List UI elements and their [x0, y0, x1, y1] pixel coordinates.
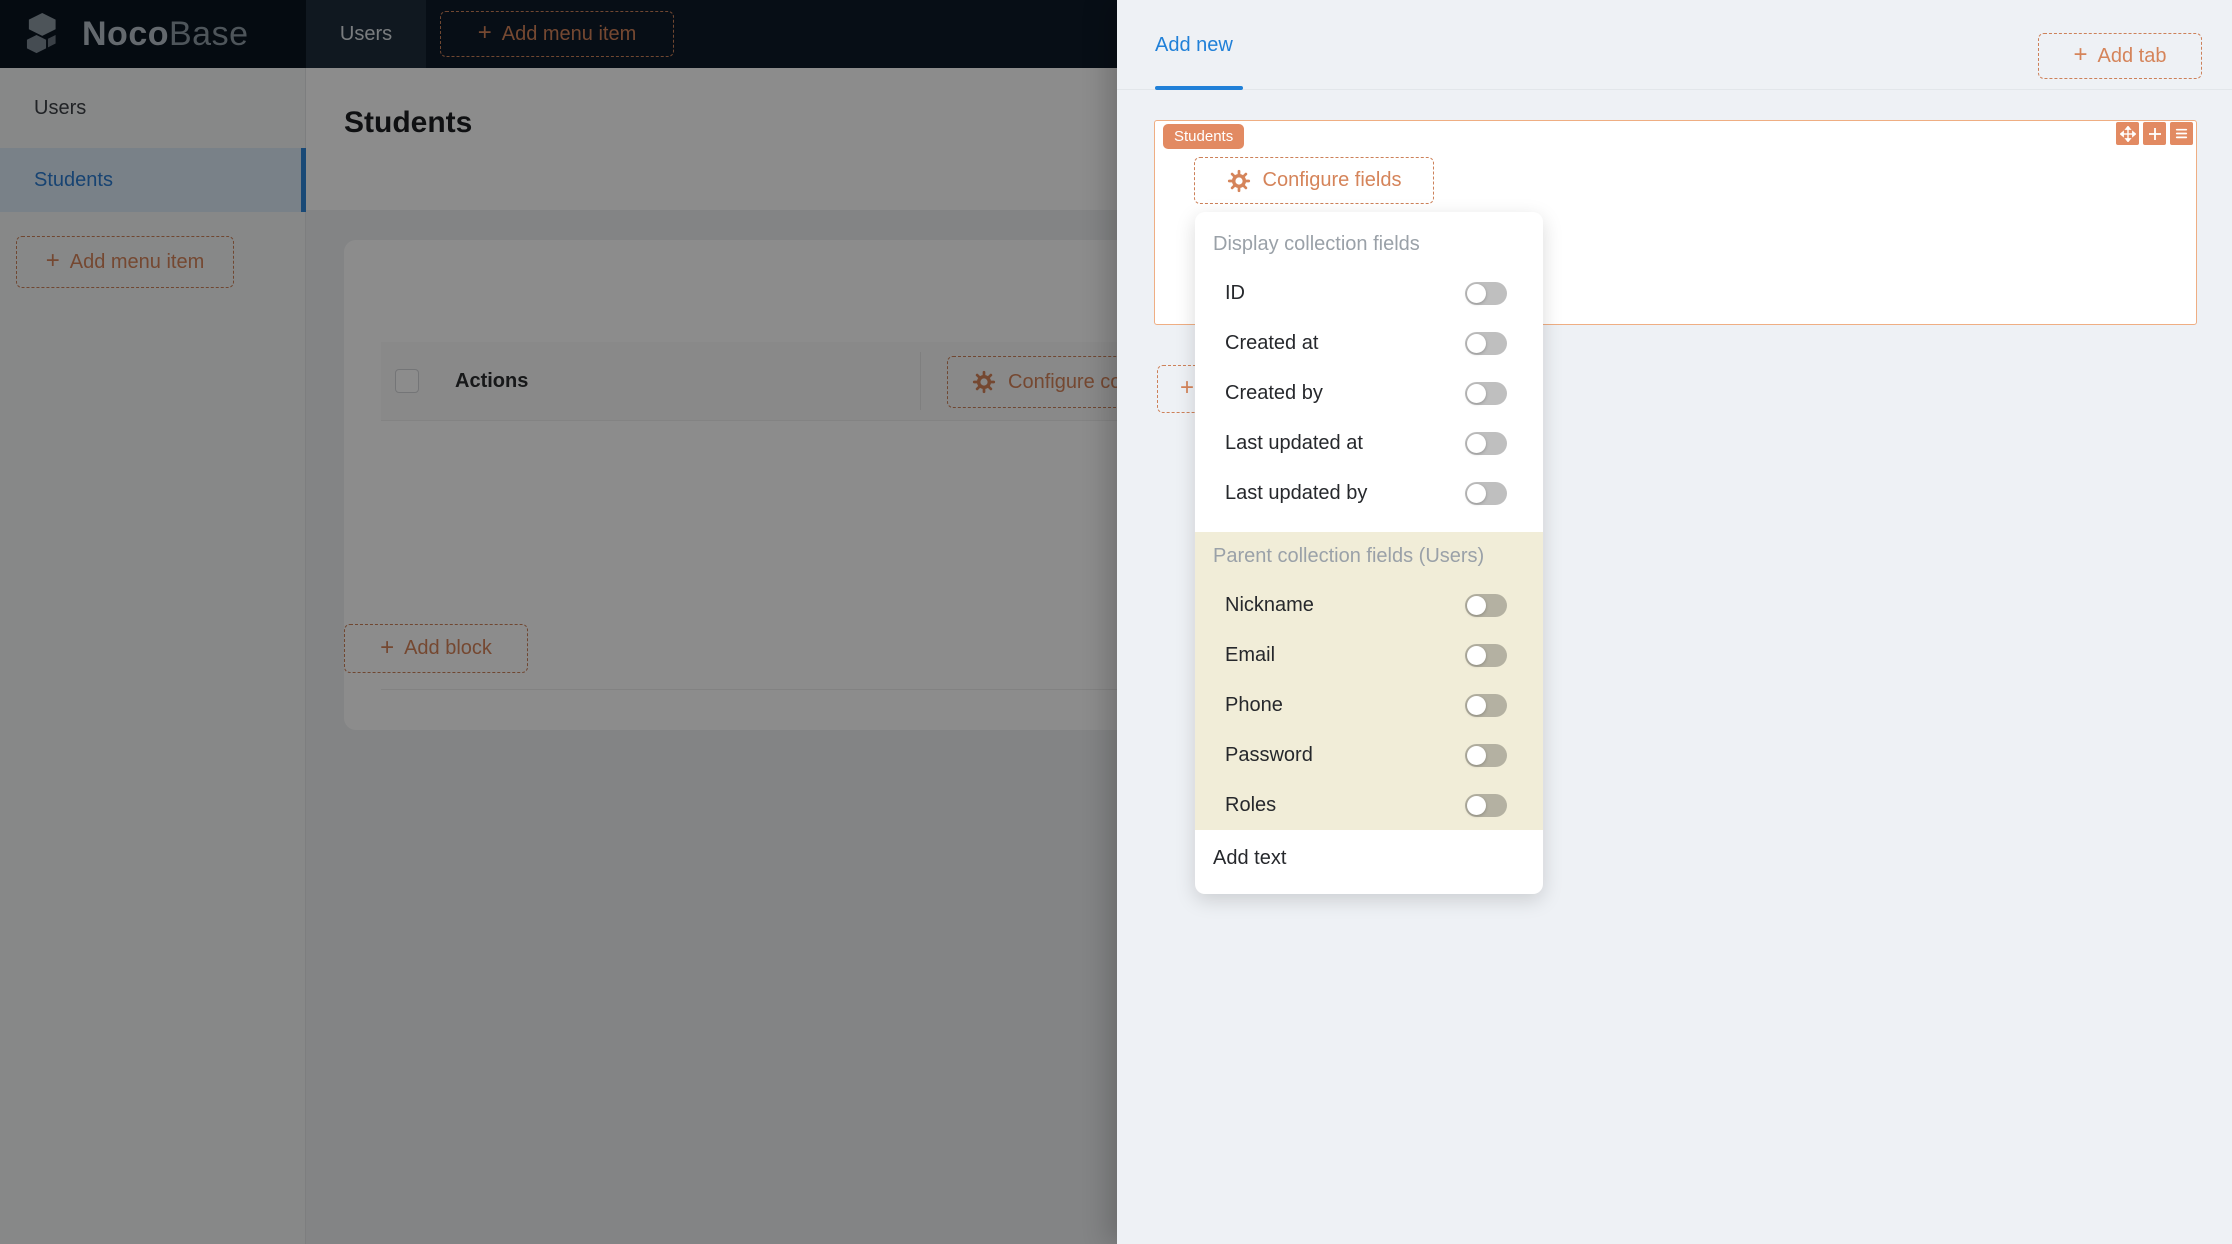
drawer-mask[interactable]	[0, 0, 1117, 1244]
menu-item-field-created-by[interactable]: Created by	[1195, 368, 1543, 418]
configure-fields-dropdown: Display collection fields ID Created at …	[1195, 212, 1543, 894]
field-label: Created at	[1225, 331, 1319, 354]
plus-icon: +	[2073, 41, 2088, 68]
gear-icon	[1227, 169, 1251, 193]
drag-handle-icon[interactable]	[2116, 122, 2139, 145]
field-label: Password	[1225, 743, 1313, 766]
collection-badge: Students	[1163, 124, 1245, 149]
toggle-knob	[1467, 795, 1486, 815]
toggle-knob	[1467, 745, 1486, 765]
toggle-knob	[1467, 695, 1486, 715]
plus-icon: +	[1180, 374, 1195, 401]
add-tab-label: Add tab	[2097, 44, 2167, 67]
field-label: Nickname	[1225, 593, 1314, 616]
menu-item-field-password[interactable]: Password	[1195, 730, 1543, 780]
menu-group-title: Display collection fields	[1213, 232, 1420, 255]
menu-item-field-email[interactable]: Email	[1195, 630, 1543, 680]
field-label: Last updated by	[1225, 481, 1368, 504]
parent-collection-group: Parent collection fields (Users) Nicknam…	[1195, 532, 1543, 830]
menu-item-field-nickname[interactable]: Nickname	[1195, 580, 1543, 630]
insert-plus-icon[interactable]	[2143, 122, 2166, 145]
field-toggle-switch[interactable]	[1465, 693, 1507, 717]
designer-toolbar	[2116, 122, 2193, 145]
toggle-knob	[1467, 333, 1486, 353]
app-root: NocoBase Users + Add menu item Users Stu…	[0, 0, 2232, 1244]
toggle-knob	[1467, 595, 1486, 615]
configure-fields-button[interactable]: Configure fields	[1194, 157, 1434, 204]
toggle-knob	[1467, 283, 1486, 303]
toggle-knob	[1467, 383, 1486, 403]
configure-fields-label: Configure fields	[1262, 169, 1402, 191]
field-label: ID	[1225, 281, 1245, 304]
field-toggle-switch[interactable]	[1465, 381, 1507, 405]
add-tab-button[interactable]: + Add tab	[2038, 33, 2202, 79]
drawer-tab-bar: Add new + Add tab	[1117, 0, 2232, 90]
tab-add-new[interactable]: Add new	[1155, 0, 1233, 90]
field-toggle-switch[interactable]	[1465, 743, 1507, 767]
menu-item-field-created-at[interactable]: Created at	[1195, 318, 1543, 368]
tab-add-new-label: Add new	[1155, 33, 1233, 56]
field-toggle-switch[interactable]	[1465, 793, 1507, 817]
menu-group-title: Parent collection fields (Users)	[1213, 544, 1485, 567]
field-label: Phone	[1225, 693, 1283, 716]
field-label: Last updated at	[1225, 431, 1363, 454]
field-toggle-switch[interactable]	[1465, 643, 1507, 667]
field-toggle-switch[interactable]	[1465, 331, 1507, 355]
field-label: Email	[1225, 643, 1276, 666]
toggle-knob	[1467, 645, 1486, 665]
toggle-knob	[1467, 433, 1486, 453]
menu-item-field-phone[interactable]: Phone	[1195, 680, 1543, 730]
menu-item-field-id[interactable]: ID	[1195, 268, 1543, 318]
field-toggle-switch[interactable]	[1465, 281, 1507, 305]
field-label: Created by	[1225, 381, 1323, 404]
field-toggle-switch[interactable]	[1465, 431, 1507, 455]
field-toggle-switch[interactable]	[1465, 593, 1507, 617]
menu-item-field-roles[interactable]: Roles	[1195, 780, 1543, 830]
menu-item-field-last-updated-at[interactable]: Last updated at	[1195, 418, 1543, 468]
menu-item-add-text[interactable]: Add text	[1195, 830, 1543, 886]
active-tab-indicator	[1155, 86, 1243, 90]
field-label: Roles	[1225, 793, 1277, 816]
field-toggle-switch[interactable]	[1465, 481, 1507, 505]
menu-item-field-last-updated-by[interactable]: Last updated by	[1195, 468, 1543, 518]
toggle-knob	[1467, 483, 1486, 503]
designer-menu-icon[interactable]	[2170, 122, 2193, 145]
settings-drawer: Add new + Add tab Students Configure fie…	[1117, 0, 2232, 1244]
